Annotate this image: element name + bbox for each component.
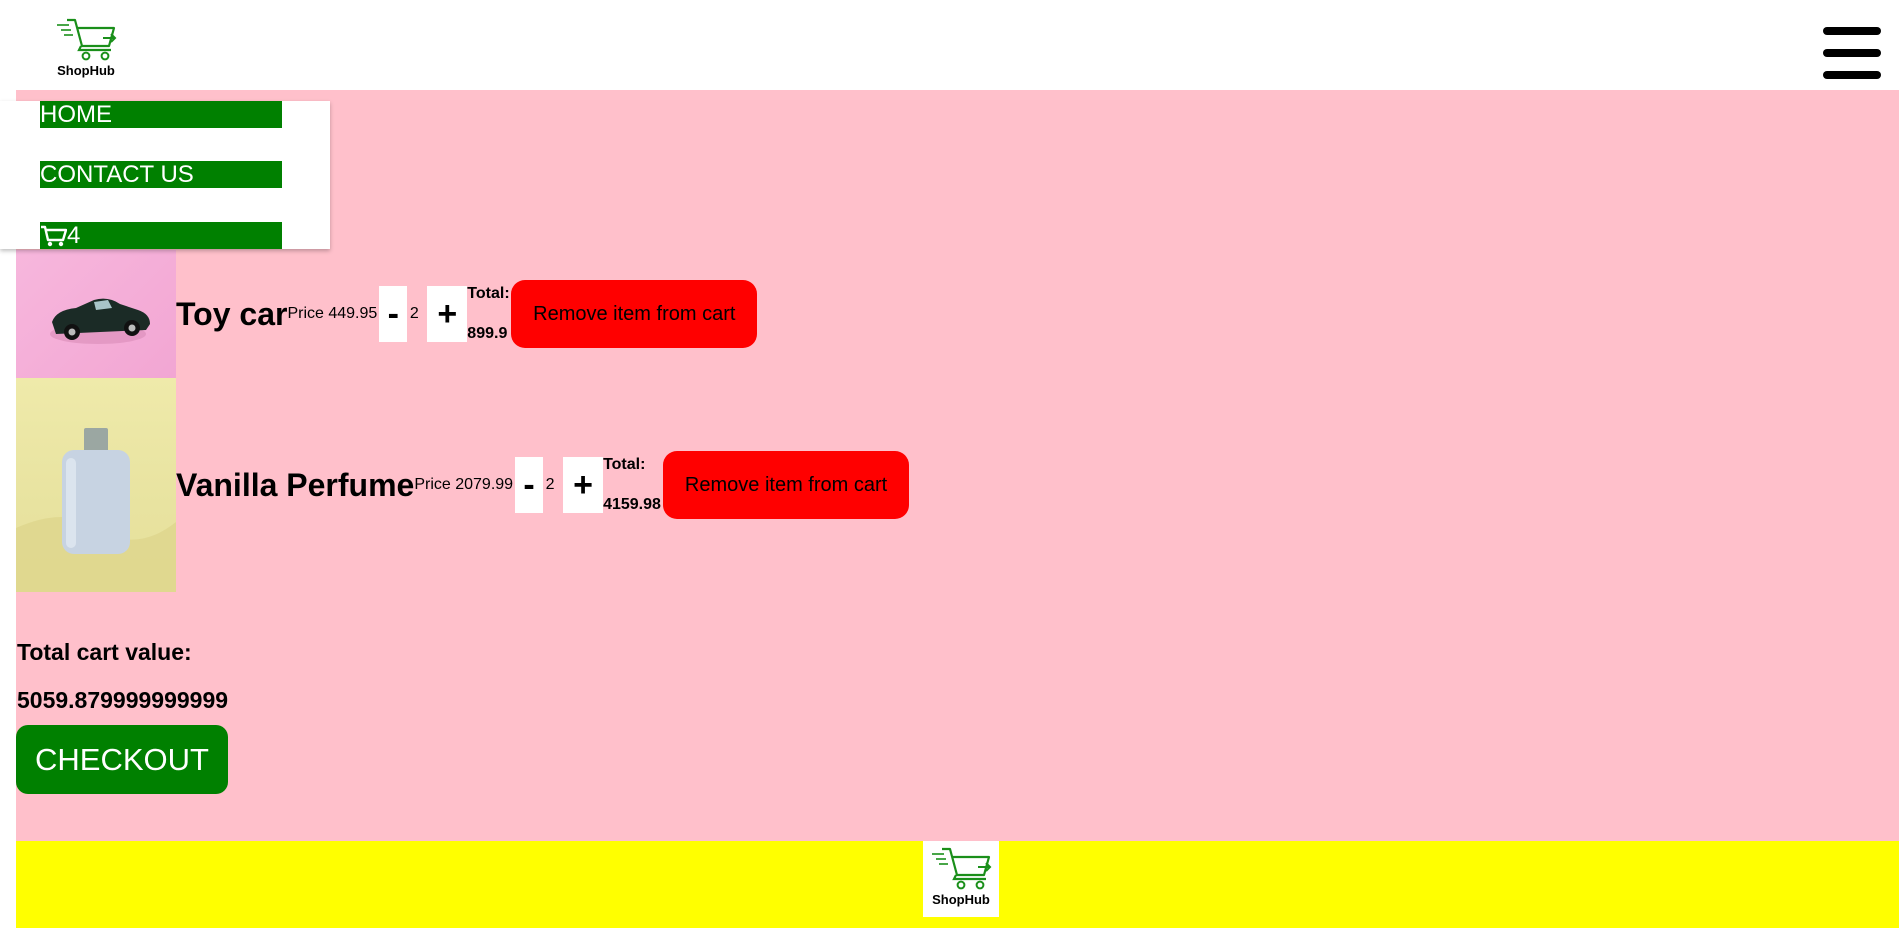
increase-quantity-button[interactable]: +	[563, 457, 604, 513]
increase-quantity-button[interactable]: +	[427, 286, 468, 342]
item-name: Toy car	[176, 295, 288, 332]
vanilla-perfume-image	[16, 378, 176, 592]
item-name: Vanilla Perfume	[176, 466, 415, 503]
cart-icon	[40, 225, 67, 247]
item-total-label: Total:	[603, 456, 646, 473]
cart-item-row: Toy car Price 449.95 - 2 + Total: 899.9 …	[16, 250, 758, 378]
cart-count: 4	[67, 222, 81, 249]
remove-item-button[interactable]: Remove item from cart	[511, 280, 758, 348]
remove-item-button[interactable]: Remove item from cart	[663, 451, 910, 519]
toy-car-image	[16, 250, 176, 378]
nav-cart-link[interactable]: 4	[40, 222, 282, 249]
logo-text: ShopHub	[932, 892, 990, 907]
item-total: Total: 4159.98	[603, 445, 661, 525]
nav-home-link[interactable]: HOME	[40, 101, 282, 128]
logo-text: ShopHub	[57, 63, 115, 78]
cart-logo-icon	[57, 18, 117, 61]
hamburger-menu-icon[interactable]	[1823, 27, 1881, 79]
site-header: ShopHub	[0, 0, 1899, 90]
item-total-value: 899.9	[467, 325, 508, 342]
cart-item-row: Vanilla Perfume Price 2079.99 - 2 + Tota…	[16, 378, 910, 592]
item-total-label: Total:	[467, 285, 510, 302]
item-total-value: 4159.98	[603, 496, 661, 513]
item-total: Total: 899.9	[467, 274, 509, 354]
site-footer: ShopHub	[16, 841, 1899, 928]
cart-logo-icon	[932, 847, 992, 890]
checkout-button[interactable]: CHECKOUT	[16, 725, 228, 794]
nav-menu: HOME CONTACT US 4	[0, 101, 330, 249]
shophub-logo[interactable]: ShopHub	[46, 12, 126, 82]
cart-total-value: 5059.879999999999	[17, 687, 229, 713]
cart-total: Total cart value: 5059.879999999999	[17, 628, 228, 724]
item-price: Price 2079.99	[414, 476, 514, 493]
nav-contact-label: CONTACT US	[40, 161, 194, 188]
nav-home-label: HOME	[40, 101, 112, 128]
item-price: Price 449.95	[287, 305, 378, 322]
decrease-quantity-button[interactable]: -	[379, 286, 408, 342]
cart-total-label: Total cart value:	[17, 639, 192, 665]
footer-logo[interactable]: ShopHub	[923, 841, 999, 917]
item-quantity: 2	[545, 476, 555, 493]
item-quantity: 2	[409, 305, 419, 322]
decrease-quantity-button[interactable]: -	[515, 457, 544, 513]
nav-contact-link[interactable]: CONTACT US	[40, 161, 282, 188]
